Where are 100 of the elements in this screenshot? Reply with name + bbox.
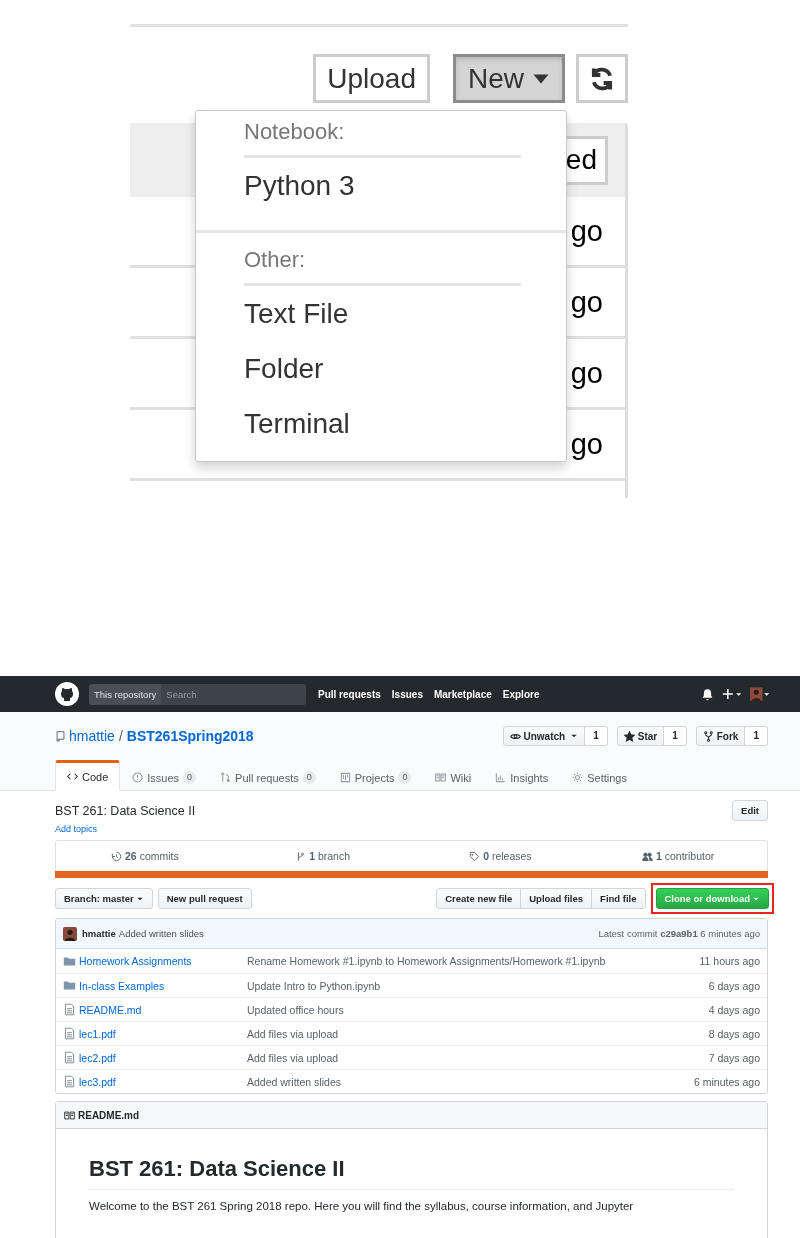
watch-button[interactable]: Unwatch xyxy=(502,726,586,746)
branch-dropdown-button[interactable]: Branch: master xyxy=(55,888,153,909)
commit-message-link[interactable]: Update Intro to Python.ipynb xyxy=(247,979,381,992)
pull-request-icon xyxy=(220,772,232,783)
repo-tab[interactable]: Insights xyxy=(483,762,561,791)
repo-tab[interactable]: Code xyxy=(55,760,121,791)
tag-icon xyxy=(469,850,481,862)
menu-section-header: Other: xyxy=(244,245,521,286)
count-label[interactable]: 1 xyxy=(745,726,768,746)
add-topics-link[interactable]: Add topics xyxy=(55,824,196,834)
menu-item[interactable]: Folder xyxy=(196,341,566,396)
repo-icon xyxy=(55,729,66,743)
path-separator: / xyxy=(118,728,123,744)
stat-link[interactable]: 26 commits xyxy=(56,841,234,871)
count-label[interactable]: 1 xyxy=(585,726,608,746)
upload-button[interactable]: Upload xyxy=(313,54,430,103)
readme-paragraph: Welcome to the BST 261 Spring 2018 repo. Here you will find the syllabus, course information, and Jupyter xyxy=(89,1200,635,1212)
file-action-button[interactable]: Upload files xyxy=(520,888,593,909)
latest-commit-text: Latest commit c29a9b1 6 minutes ago xyxy=(598,928,760,939)
bell-icon[interactable] xyxy=(701,687,714,701)
menu-item[interactable]: Terminal xyxy=(196,396,566,451)
age-text: 11 hours ago xyxy=(699,955,760,967)
commit-message-link[interactable]: Add files via upload xyxy=(247,1027,339,1040)
repo-tab[interactable]: Settings xyxy=(560,762,639,791)
repo-tab[interactable]: Wiki xyxy=(423,762,484,791)
folder-icon xyxy=(63,979,76,992)
new-pull-request-button[interactable]: New pull request xyxy=(157,888,252,909)
repo-description: BST 261: Data Science II xyxy=(55,804,196,818)
fork-icon xyxy=(702,730,714,742)
new-dropdown-button[interactable]: New xyxy=(453,54,565,103)
refresh-button[interactable] xyxy=(576,54,628,103)
refresh-icon xyxy=(589,65,615,92)
age-text: 6 days ago xyxy=(708,979,760,992)
age-text: 4 days ago xyxy=(708,1003,760,1016)
menu-section-header: Notebook: xyxy=(244,117,521,158)
stat-link[interactable]: 1 contributor xyxy=(589,841,767,871)
avatar-icon[interactable] xyxy=(750,687,770,701)
commit-message: Added written slides xyxy=(118,928,204,939)
search-field[interactable]: Search xyxy=(161,683,306,705)
stat-link[interactable]: 0 releases xyxy=(411,841,590,871)
nav-link[interactable]: Marketplace xyxy=(433,688,492,700)
file-icon xyxy=(63,1051,76,1064)
file-name-link[interactable]: README.md xyxy=(79,1003,247,1016)
row-text: go xyxy=(570,356,603,390)
stat-link[interactable]: 1 branch xyxy=(233,841,412,871)
menu-item[interactable]: Text File xyxy=(196,286,566,341)
code-icon xyxy=(67,771,78,782)
file-name-link[interactable]: lec2.pdf xyxy=(79,1051,247,1064)
row-text: go xyxy=(570,285,603,319)
age-text: 7 days ago xyxy=(708,1051,760,1064)
star-button[interactable]: Star xyxy=(616,726,665,746)
book-icon xyxy=(64,1109,75,1121)
file-name-link[interactable]: lec1.pdf xyxy=(79,1027,247,1040)
row-text: go xyxy=(570,427,603,461)
count-label[interactable]: 1 xyxy=(664,726,687,746)
edit-button[interactable]: Edit xyxy=(732,800,768,821)
caret-icon xyxy=(570,732,579,740)
graph-icon xyxy=(495,772,507,783)
file-name-link[interactable]: Homework Assignments xyxy=(79,955,247,967)
repo-tab[interactable]: Projects 0 xyxy=(327,762,424,791)
readme-title: README.md xyxy=(78,1109,140,1121)
nav-link[interactable]: Issues xyxy=(391,688,423,700)
file-icon xyxy=(63,1027,76,1040)
repo-tab[interactable]: Pull requests 0 xyxy=(208,762,328,791)
commit-message-link[interactable]: Rename Homework #1.ipynb to Homework Assignments/Homework #1.ipynb xyxy=(247,955,606,967)
gear-icon xyxy=(572,772,584,783)
fork-button[interactable]: Fork xyxy=(695,726,746,746)
count-badge: 0 xyxy=(302,771,316,784)
plus-icon[interactable] xyxy=(722,687,742,701)
repo-name-link[interactable]: BST261Spring2018 xyxy=(126,728,254,744)
commit-message-link[interactable]: Added written slides xyxy=(247,1075,341,1088)
people-icon xyxy=(641,850,653,862)
readme-heading: BST 261: Data Science II xyxy=(89,1156,734,1190)
row-text: go xyxy=(570,214,603,248)
file-icon xyxy=(63,1075,76,1088)
book-icon xyxy=(435,772,447,783)
project-icon xyxy=(339,772,351,783)
history-icon xyxy=(111,850,123,862)
logo-icon[interactable] xyxy=(55,682,79,706)
count-badge: 0 xyxy=(183,771,197,784)
issue-icon xyxy=(132,772,144,783)
commit-author-link[interactable]: hmattie xyxy=(82,928,116,939)
commit-message-link[interactable]: Add files via upload xyxy=(247,1051,339,1064)
count-badge: 0 xyxy=(398,771,412,784)
branch-icon xyxy=(295,850,307,862)
file-name-link[interactable]: lec3.pdf xyxy=(79,1075,247,1088)
nav-link[interactable]: Pull requests xyxy=(318,688,381,700)
avatar-icon[interactable] xyxy=(63,926,77,941)
file-name-link[interactable]: In-class Examples xyxy=(79,979,247,992)
scope-label: This repository xyxy=(89,683,162,705)
age-text: 8 days ago xyxy=(708,1027,760,1040)
commit-message-link[interactable]: Updated office hours xyxy=(247,1003,344,1016)
owner-link[interactable]: hmattie xyxy=(69,728,115,744)
file-action-button[interactable]: Find file xyxy=(591,888,646,909)
age-text: 6 minutes ago xyxy=(694,1075,760,1088)
nav-link[interactable]: Explore xyxy=(502,688,540,700)
folder-icon xyxy=(63,954,76,968)
star-icon xyxy=(623,730,635,742)
repo-tab[interactable]: Issues 0 xyxy=(120,762,209,791)
file-action-button[interactable]: Create new file xyxy=(436,888,522,909)
